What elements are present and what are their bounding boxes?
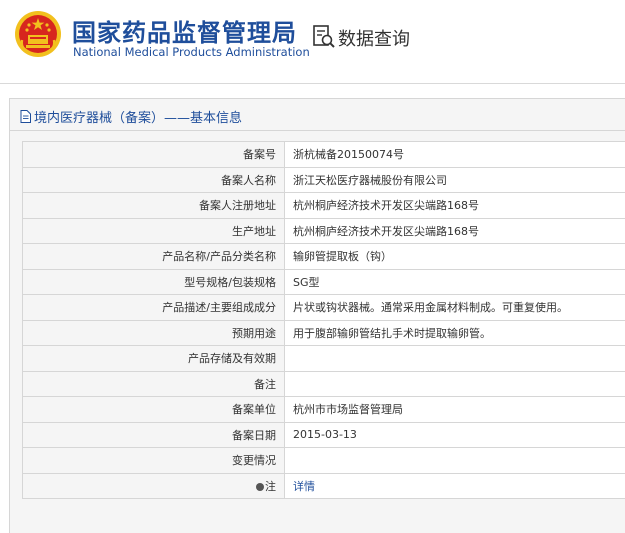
row-label: 预期用途 — [23, 320, 285, 346]
row-value: 2015-03-13 — [285, 422, 625, 448]
row-label: 生产地址 — [23, 218, 285, 244]
table-row: 注 详情 — [23, 473, 625, 499]
row-label: 备案号 — [23, 142, 285, 168]
agency-name-en: National Medical Products Administration — [73, 45, 310, 59]
row-value: 杭州桐庐经济技术开发区尖端路168号 — [285, 218, 625, 244]
info-table: 备案号 浙杭械备20150074号 备案人名称 浙江天松医疗器械股份有限公司 备… — [22, 141, 625, 499]
row-label: 备注 — [23, 371, 285, 397]
row-value — [285, 346, 625, 372]
data-query-icon — [312, 24, 336, 50]
row-value: 杭州桐庐经济技术开发区尖端路168号 — [285, 193, 625, 219]
row-label: 产品名称/产品分类名称 — [23, 244, 285, 270]
row-value: 杭州市市场监督管理局 — [285, 397, 625, 423]
row-value: 用于腹部输卵管结扎手术时提取输卵管。 — [285, 320, 625, 346]
table-row: 备案单位 杭州市市场监督管理局 — [23, 397, 625, 423]
document-icon — [20, 110, 31, 123]
row-label: 备案日期 — [23, 422, 285, 448]
row-value: 浙江天松医疗器械股份有限公司 — [285, 167, 625, 193]
basic-info-panel: 境内医疗器械（备案）——基本信息 备案号 浙杭械备20150074号 备案人名称… — [9, 98, 625, 533]
table-row: 备案人注册地址 杭州桐庐经济技术开发区尖端路168号 — [23, 193, 625, 219]
panel-title: 境内医疗器械（备案）——基本信息 — [20, 107, 242, 126]
row-value — [285, 371, 625, 397]
table-row: 生产地址 杭州桐庐经济技术开发区尖端路168号 — [23, 218, 625, 244]
row-label: 产品存储及有效期 — [23, 346, 285, 372]
row-value: 片状或钩状器械。通常采用金属材料制成。可重复使用。 — [285, 295, 625, 321]
row-label: 变更情况 — [23, 448, 285, 474]
table-row: 备案日期 2015-03-13 — [23, 422, 625, 448]
row-value: 输卵管提取板（钩） — [285, 244, 625, 270]
header-divider — [0, 83, 625, 84]
row-value — [285, 448, 625, 474]
note-marker-icon — [256, 483, 264, 491]
row-value: SG型 — [285, 269, 625, 295]
table-row: 预期用途 用于腹部输卵管结扎手术时提取输卵管。 — [23, 320, 625, 346]
row-label: 备案单位 — [23, 397, 285, 423]
table-row: 产品存储及有效期 — [23, 346, 625, 372]
table-row: 备注 — [23, 371, 625, 397]
note-label-text: 注 — [265, 480, 276, 493]
table-row: 产品描述/主要组成成分 片状或钩状器械。通常采用金属材料制成。可重复使用。 — [23, 295, 625, 321]
table-row: 产品名称/产品分类名称 输卵管提取板（钩） — [23, 244, 625, 270]
table-row: 备案号 浙杭械备20150074号 — [23, 142, 625, 168]
row-label: 产品描述/主要组成成分 — [23, 295, 285, 321]
table-row: 型号规格/包装规格 SG型 — [23, 269, 625, 295]
table-row: 备案人名称 浙江天松医疗器械股份有限公司 — [23, 167, 625, 193]
site-header: 国家药品监督管理局 National Medical Products Admi… — [0, 0, 625, 80]
details-link[interactable]: 详情 — [285, 473, 625, 499]
table-row: 变更情况 — [23, 448, 625, 474]
agency-name-cn: 国家药品监督管理局 — [72, 13, 297, 48]
data-query-title: 数据查询 — [338, 25, 410, 51]
panel-title-divider — [10, 130, 625, 131]
row-label: 备案人注册地址 — [23, 193, 285, 219]
row-label-note: 注 — [23, 473, 285, 499]
row-value: 浙杭械备20150074号 — [285, 142, 625, 168]
row-label: 备案人名称 — [23, 167, 285, 193]
row-label: 型号规格/包装规格 — [23, 269, 285, 295]
panel-title-text: 境内医疗器械（备案）——基本信息 — [34, 107, 242, 126]
national-emblem-icon — [14, 10, 62, 58]
